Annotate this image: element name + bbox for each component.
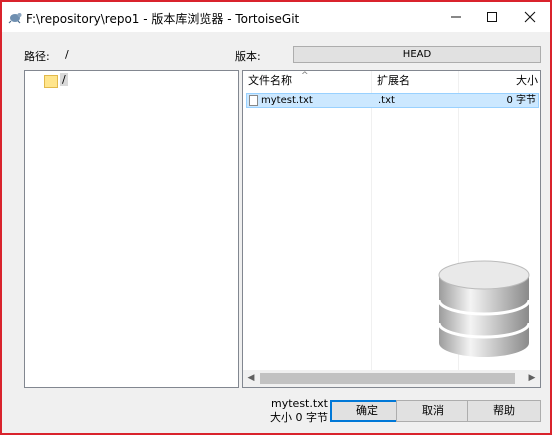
maximize-button[interactable] — [474, 2, 510, 32]
table-row[interactable]: mytest.txt .txt 0 字节 — [246, 93, 539, 108]
database-icon — [437, 260, 531, 357]
path-label: 路径: — [24, 50, 50, 63]
tree-item-label: / — [60, 73, 68, 86]
file-size-cell: 0 字节 — [506, 95, 536, 106]
scroll-left-icon[interactable]: ◀ — [243, 373, 259, 383]
title-bar[interactable]: F:\repository\repo1 - 版本库浏览器 - TortoiseG… — [2, 2, 550, 32]
minimize-button[interactable] — [438, 2, 474, 32]
file-name-cell: mytest.txt — [261, 95, 313, 106]
column-divider — [371, 71, 372, 371]
help-button[interactable]: 帮助 — [467, 400, 541, 422]
file-extension-cell: .txt — [378, 95, 395, 106]
sort-ascending-icon: ^ — [301, 71, 309, 81]
revision-button[interactable]: HEAD — [293, 46, 541, 63]
folder-icon — [44, 75, 58, 88]
tortoisegit-icon — [8, 13, 22, 24]
cancel-button[interactable]: 取消 — [396, 400, 470, 422]
path-value: / — [65, 48, 69, 61]
column-header-size[interactable]: 大小 — [459, 71, 540, 91]
scroll-right-icon[interactable]: ▶ — [524, 373, 540, 383]
file-icon — [249, 95, 258, 106]
horizontal-scrollbar[interactable]: ◀ ▶ — [243, 370, 540, 387]
close-button[interactable] — [512, 2, 548, 32]
column-name-label: 文件名称 — [248, 74, 292, 87]
window-title: F:\repository\repo1 - 版本库浏览器 - TortoiseG… — [26, 12, 300, 26]
scrollbar-thumb[interactable] — [260, 373, 515, 384]
revision-label: 版本: — [235, 50, 261, 63]
minimize-icon — [451, 16, 461, 18]
maximize-icon — [487, 12, 497, 22]
tree-panel[interactable]: / — [24, 70, 239, 388]
column-header-name[interactable]: 文件名称 ^ — [243, 71, 371, 91]
ok-button[interactable]: 确定 — [330, 400, 404, 422]
status-size: 大小 0 字节 — [270, 411, 328, 424]
column-header-extension[interactable]: 扩展名 — [372, 71, 458, 91]
close-icon — [524, 11, 536, 23]
repository-browser-window: F:\repository\repo1 - 版本库浏览器 - TortoiseG… — [0, 0, 552, 435]
